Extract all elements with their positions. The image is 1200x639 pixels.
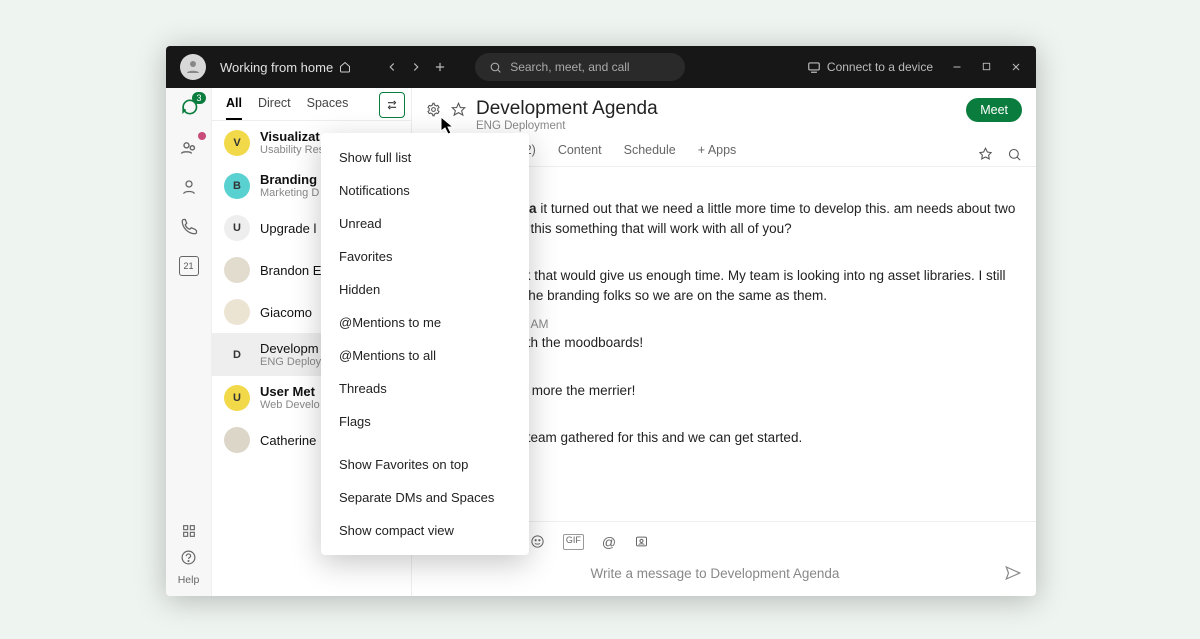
conversation-avatar: [224, 427, 250, 453]
rail-help-label: Help: [178, 574, 200, 586]
dropdown-item[interactable]: Notifications: [321, 174, 529, 207]
search-placeholder: Search, meet, and call: [510, 60, 629, 74]
app-window: Working from home Search, meet, and call…: [166, 46, 1036, 596]
tab-spaces[interactable]: Spaces: [307, 96, 349, 120]
conversation-avatar: [224, 257, 250, 283]
calendar-day: 21: [183, 261, 193, 271]
connect-label: Connect to a device: [827, 60, 933, 74]
gear-icon[interactable]: [426, 102, 441, 117]
tab-schedule[interactable]: Schedule: [624, 143, 676, 165]
dropdown-item[interactable]: Show Favorites on top: [321, 448, 529, 481]
dropdown-item[interactable]: Show full list: [321, 141, 529, 174]
dropdown-item[interactable]: Flags: [321, 405, 529, 438]
mention-icon[interactable]: @: [602, 534, 616, 550]
dropdown-item[interactable]: Threads: [321, 372, 529, 405]
rail-apps-icon[interactable]: [178, 520, 200, 542]
filter-dropdown: Show full listNotificationsUnreadFavorit…: [321, 133, 529, 555]
nav-plus-icon[interactable]: [433, 60, 447, 74]
global-search[interactable]: Search, meet, and call: [475, 53, 685, 81]
window-maximize-icon[interactable]: [981, 61, 992, 72]
search-in-space-icon[interactable]: [1007, 147, 1022, 162]
nav-forward-icon[interactable]: [409, 60, 423, 74]
conversation-title: Brandon E: [260, 263, 321, 278]
dropdown-item[interactable]: Separate DMs and Spaces: [321, 481, 529, 514]
conversation-avatar: D: [224, 342, 250, 368]
main-area: 3 21 Help: [166, 88, 1036, 596]
user-avatar[interactable]: [180, 54, 206, 80]
nav-arrows: [385, 60, 447, 74]
dropdown-item[interactable]: Show compact view: [321, 514, 529, 547]
tab-content[interactable]: Content: [558, 143, 602, 165]
rail-teams-icon[interactable]: [178, 136, 200, 158]
space-subtitle: ENG Deployment: [476, 120, 658, 132]
app-rail: 3 21 Help: [166, 88, 212, 596]
conversation-subtitle: Usability Res: [260, 144, 324, 156]
tab-direct[interactable]: Direct: [258, 96, 291, 120]
conversation-avatar: V: [224, 130, 250, 156]
rail-calls-icon[interactable]: [178, 216, 200, 238]
tab-apps[interactable]: + Apps: [698, 143, 737, 165]
conversation-title: User Met: [260, 384, 320, 399]
rail-messaging-icon[interactable]: 3: [178, 96, 200, 118]
rail-help-icon[interactable]: [178, 546, 200, 568]
conversation-title: Catherine: [260, 433, 316, 448]
conversation-title: Giacomo: [260, 305, 312, 320]
filter-button[interactable]: [379, 92, 405, 118]
conv-tabs: All Direct Spaces: [212, 88, 411, 121]
composer-input[interactable]: Write a message to Development Agenda: [426, 566, 1004, 581]
space-header: Development Agenda ENG Deployment Meet: [412, 88, 1036, 132]
conversation-avatar: U: [224, 215, 250, 241]
cast-icon: [807, 60, 821, 74]
star-icon[interactable]: [451, 102, 466, 117]
dropdown-item[interactable]: @Mentions to all: [321, 339, 529, 372]
conversation-subtitle: ENG Deploy: [260, 356, 321, 368]
window-close-icon[interactable]: [1010, 61, 1022, 73]
conversation-subtitle: Marketing D: [260, 187, 319, 199]
search-icon: [489, 61, 502, 74]
connect-device[interactable]: Connect to a device: [807, 60, 933, 74]
conversation-title: Visualizat: [260, 129, 324, 144]
conversation-subtitle: Web Develo: [260, 399, 320, 411]
rail-badge-1: 3: [192, 92, 205, 104]
conversation-title: Branding: [260, 172, 319, 187]
dropdown-item[interactable]: Favorites: [321, 240, 529, 273]
dropdown-item[interactable]: @Mentions to me: [321, 306, 529, 339]
gif-icon[interactable]: GIF: [563, 534, 584, 550]
filter-icon: [385, 98, 399, 112]
space-title: Development Agenda: [476, 98, 658, 120]
pin-icon[interactable]: [978, 147, 993, 162]
titlebar-right: Connect to a device: [807, 60, 1022, 74]
presence-text: Working from home: [220, 60, 333, 75]
rail-badge-2: [198, 132, 206, 140]
person-card-icon[interactable]: [634, 534, 649, 549]
conversation-title: Developm: [260, 341, 321, 356]
presence-status[interactable]: Working from home: [220, 60, 351, 75]
window-minimize-icon[interactable]: [951, 61, 963, 73]
dropdown-item[interactable]: Unread: [321, 207, 529, 240]
rail-contacts-icon[interactable]: [178, 176, 200, 198]
tab-all[interactable]: All: [226, 96, 242, 120]
titlebar: Working from home Search, meet, and call…: [166, 46, 1036, 88]
conversation-title: Upgrade l: [260, 221, 316, 236]
nav-back-icon[interactable]: [385, 60, 399, 74]
send-icon[interactable]: [1004, 564, 1022, 582]
rail-calendar-icon[interactable]: 21: [179, 256, 199, 276]
meet-button[interactable]: Meet: [966, 98, 1022, 122]
home-icon: [339, 61, 351, 73]
emoji-icon[interactable]: [530, 534, 545, 549]
conversation-avatar: B: [224, 173, 250, 199]
dropdown-item[interactable]: Hidden: [321, 273, 529, 306]
conversation-avatar: U: [224, 385, 250, 411]
conversation-avatar: [224, 299, 250, 325]
